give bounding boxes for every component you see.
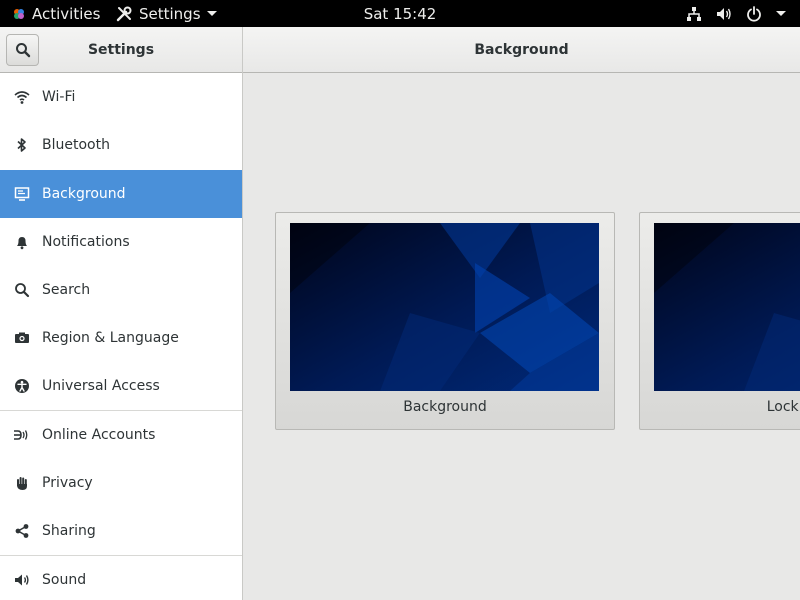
sidebar-item-label: Privacy xyxy=(42,475,93,491)
clock-label[interactable]: Sat 15:42 xyxy=(364,5,437,23)
search-icon xyxy=(13,281,31,299)
online-accounts-icon xyxy=(13,426,31,444)
sidebar-item-wifi[interactable]: Wi-Fi xyxy=(0,73,242,121)
app-menu-label: Settings xyxy=(139,4,201,23)
sidebar-item-label: Online Accounts xyxy=(42,427,156,443)
sidebar-item-label: Universal Access xyxy=(42,378,160,394)
sidebar: Wi-Fi Bluetooth Background Notifications… xyxy=(0,73,243,600)
sidebar-item-universal-access[interactable]: Universal Access xyxy=(0,362,242,410)
chevron-down-icon xyxy=(206,11,217,16)
gnome-logo-icon xyxy=(14,8,24,19)
page-title: Background xyxy=(474,42,569,58)
activities-button[interactable]: Activities xyxy=(12,0,100,27)
sidebar-item-search[interactable]: Search xyxy=(0,266,242,314)
bluetooth-icon xyxy=(13,136,31,154)
sidebar-item-label: Sharing xyxy=(42,523,96,539)
sidebar-item-label: Wi-Fi xyxy=(42,89,76,105)
header-bar: Settings Background xyxy=(0,27,800,73)
bell-icon xyxy=(13,233,31,251)
sidebar-item-label: Search xyxy=(42,282,91,298)
background-icon xyxy=(13,185,31,203)
search-icon xyxy=(15,43,30,58)
power-icon xyxy=(747,5,761,22)
system-tray[interactable] xyxy=(686,0,786,27)
sidebar-title: Settings xyxy=(87,42,155,58)
accessibility-icon xyxy=(13,377,31,395)
sidebar-header: Settings xyxy=(0,27,243,73)
hand-icon xyxy=(13,474,31,492)
lock-screen-card-label: Lock Screen xyxy=(766,399,800,415)
sidebar-item-label: Background xyxy=(42,186,126,202)
network-wired-icon xyxy=(687,6,701,21)
search-button[interactable] xyxy=(6,34,39,66)
share-icon xyxy=(13,522,31,540)
sidebar-item-label: Notifications xyxy=(42,234,130,250)
background-card[interactable]: Background xyxy=(275,212,615,430)
speaker-icon xyxy=(13,571,31,589)
sidebar-item-notifications[interactable]: Notifications xyxy=(0,218,242,266)
settings-tools-icon xyxy=(116,6,132,21)
top-bar: Activities Settings Sat 15:42 xyxy=(0,0,800,27)
background-panel: Background Lock xyxy=(243,73,800,600)
sidebar-item-sharing[interactable]: Sharing xyxy=(0,507,242,555)
sidebar-item-sound[interactable]: Sound xyxy=(0,556,242,600)
app-menu-button[interactable]: Settings xyxy=(115,0,217,27)
sidebar-item-region-language[interactable]: Region & Language xyxy=(0,314,242,362)
background-card-label: Background xyxy=(403,399,487,415)
sidebar-item-online-accounts[interactable]: Online Accounts xyxy=(0,411,242,459)
system-menu-chevron-icon xyxy=(776,11,786,16)
sidebar-item-label: Bluetooth xyxy=(42,137,110,153)
sidebar-item-label: Region & Language xyxy=(42,330,179,346)
lock-screen-card[interactable]: Lock Screen xyxy=(639,212,800,430)
volume-icon xyxy=(717,7,731,20)
sidebar-item-bluetooth[interactable]: Bluetooth xyxy=(0,121,242,169)
activities-label: Activities xyxy=(32,4,101,23)
sidebar-item-privacy[interactable]: Privacy xyxy=(0,459,242,507)
camera-icon xyxy=(13,329,31,347)
lock-screen-thumbnail xyxy=(654,223,800,391)
settings-window: Settings Background Wi-Fi Bluetooth Back… xyxy=(0,27,800,600)
sidebar-item-background[interactable]: Background xyxy=(0,170,242,218)
wifi-icon xyxy=(13,88,31,106)
background-thumbnail xyxy=(290,223,599,391)
sidebar-item-label: Sound xyxy=(42,572,87,588)
